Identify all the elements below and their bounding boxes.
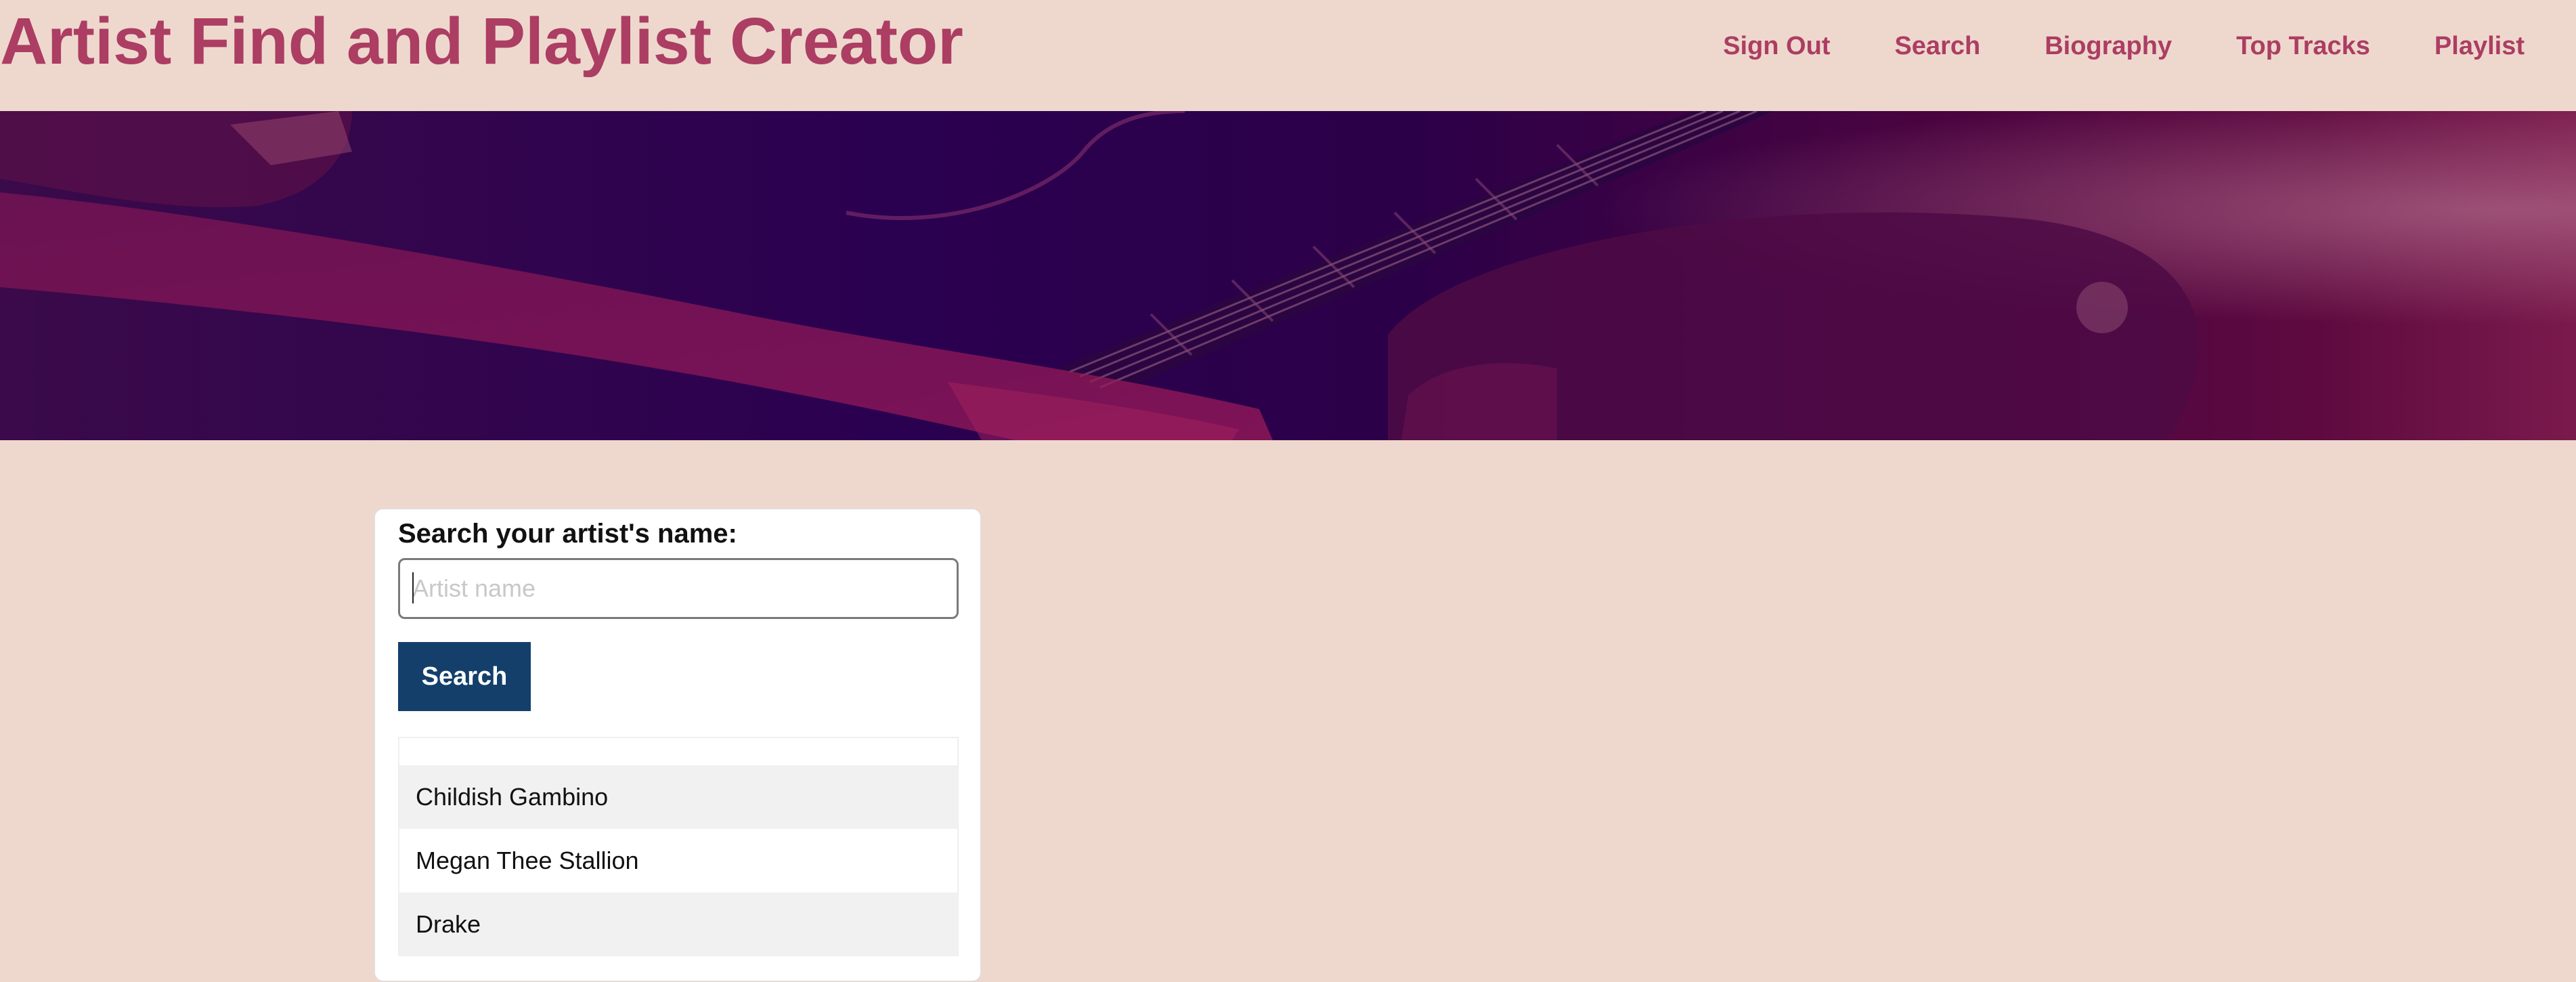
nav-playlist[interactable]: Playlist: [2435, 32, 2525, 61]
search-results-list: Childish Gambino Megan Thee Stallion Dra…: [398, 737, 959, 956]
hero-banner: [0, 111, 2576, 440]
result-item[interactable]: Drake: [399, 893, 957, 956]
search-button[interactable]: Search: [398, 642, 531, 711]
guitar-player-image: [0, 111, 2576, 440]
artist-search-input[interactable]: [398, 558, 959, 619]
results-header-spacer: [399, 738, 957, 765]
search-label: Search your artist's name:: [398, 519, 737, 549]
result-item[interactable]: Megan Thee Stallion: [399, 829, 957, 893]
nav-biography[interactable]: Biography: [2045, 32, 2172, 61]
nav-sign-out[interactable]: Sign Out: [1723, 32, 1830, 61]
search-card: Search your artist's name: Search Childi…: [374, 508, 982, 982]
nav-top-tracks[interactable]: Top Tracks: [2236, 32, 2370, 61]
main-nav: Sign Out Search Biography Top Tracks Pla…: [1723, 30, 2576, 62]
site-header: Artist Find and Playlist Creator Sign Ou…: [0, 0, 2576, 111]
nav-search[interactable]: Search: [1894, 32, 1980, 61]
text-caret: [412, 572, 414, 603]
result-item[interactable]: Childish Gambino: [399, 765, 957, 829]
site-title: Artist Find and Playlist Creator: [0, 4, 963, 78]
